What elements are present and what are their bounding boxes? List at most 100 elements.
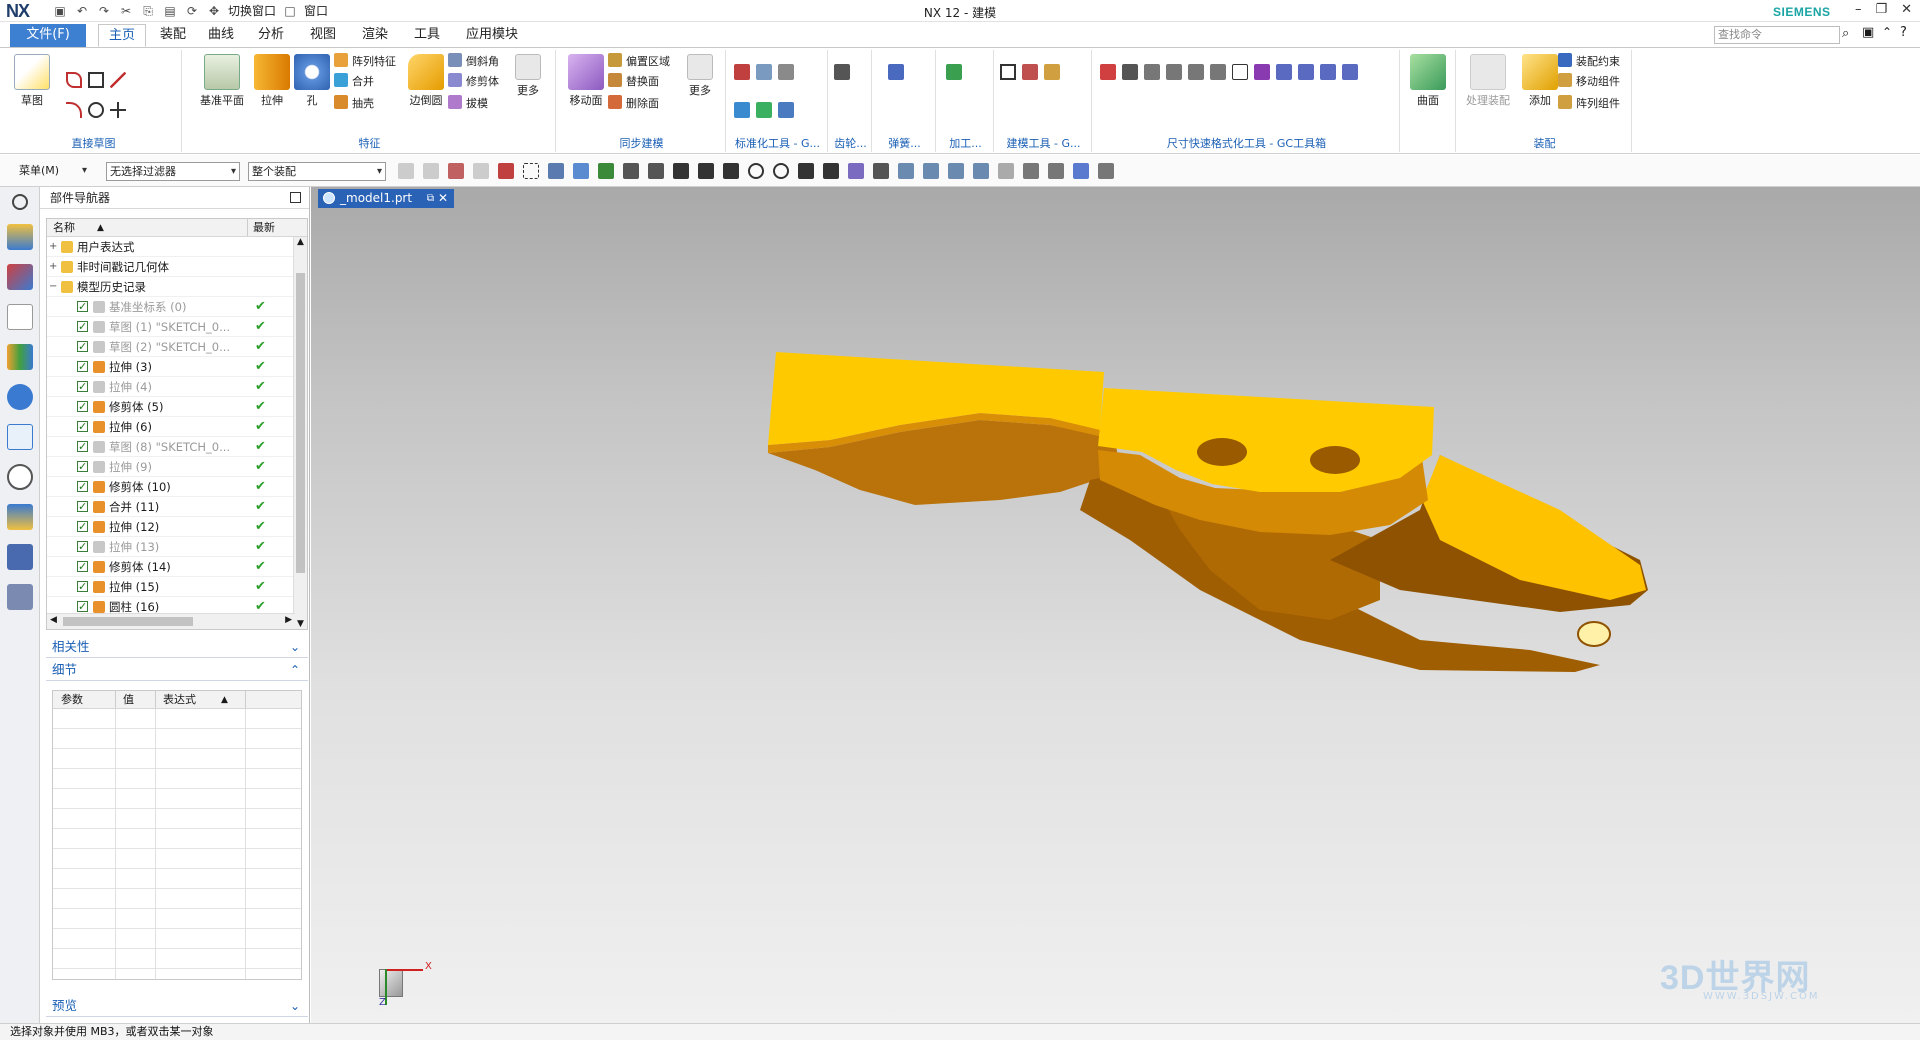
scroll-thumb[interactable] xyxy=(296,273,305,573)
machining-tool-icon[interactable] xyxy=(946,64,962,80)
visibility-checkbox[interactable] xyxy=(77,417,88,437)
system-scene-icon[interactable] xyxy=(6,504,33,530)
view-tool-4-icon[interactable] xyxy=(973,163,989,179)
assembly-constraint-button[interactable]: 装配约束 xyxy=(1558,52,1620,72)
history-icon[interactable] xyxy=(6,464,33,490)
point-icon[interactable] xyxy=(110,102,126,118)
arc-icon[interactable] xyxy=(66,102,82,118)
modeling-tool-2-icon[interactable] xyxy=(1022,64,1038,80)
ribbon-options-icon[interactable]: ▣ xyxy=(1862,25,1874,40)
tree-row[interactable]: ✔ 拉伸 (12) xyxy=(47,517,307,537)
settings-gear-icon[interactable] xyxy=(11,194,28,210)
tab-curve[interactable]: 曲线 xyxy=(198,24,244,47)
snap-tool-6-icon[interactable] xyxy=(823,163,839,179)
visibility-checkbox[interactable] xyxy=(77,517,88,537)
tab-assembly[interactable]: 装配 xyxy=(150,24,196,47)
tree-horizontal-scrollbar[interactable]: ◀ ▶ xyxy=(47,613,295,629)
process-assembly-button[interactable]: 处理装配 xyxy=(1460,52,1516,108)
triangle-icon[interactable] xyxy=(1000,64,1016,80)
select-tool-3-icon[interactable] xyxy=(448,163,464,179)
dim-tool-8-icon[interactable] xyxy=(1254,64,1270,80)
visibility-checkbox[interactable] xyxy=(77,497,88,517)
search-icon[interactable]: ⌕ xyxy=(1842,26,1849,41)
view-tool-2-icon[interactable] xyxy=(923,163,939,179)
circle-icon[interactable] xyxy=(88,102,104,118)
snap-tool-4-icon[interactable] xyxy=(773,163,789,179)
tree-row[interactable]: ✔ 拉伸 (6) xyxy=(47,417,307,437)
tree-row[interactable]: ✔ 基准坐标系 (0) xyxy=(47,297,307,317)
datum-plane-button[interactable]: 基准平面 xyxy=(196,52,248,108)
select-tool-9-icon[interactable] xyxy=(598,163,614,179)
view-tool-9-icon[interactable] xyxy=(1098,163,1114,179)
view-tool-6-icon[interactable] xyxy=(1023,163,1039,179)
tree-row[interactable]: ✔ 拉伸 (13) xyxy=(47,537,307,557)
view-tool-5-icon[interactable] xyxy=(998,163,1014,179)
selection-scope-dropdown[interactable]: 整个装配 xyxy=(248,162,386,181)
view-tool-3-icon[interactable] xyxy=(948,163,964,179)
select-tool-8-icon[interactable] xyxy=(573,163,589,179)
visibility-checkbox[interactable] xyxy=(77,437,88,457)
tab-render[interactable]: 渲染 xyxy=(352,24,398,47)
document-tab[interactable]: _model1.prt ⧉ ✕ xyxy=(318,189,454,208)
sketch-button[interactable]: 草图 xyxy=(8,52,56,108)
std-tool-3-icon[interactable] xyxy=(778,64,794,80)
preview-section-header[interactable]: 预览 ⌄ xyxy=(46,995,308,1017)
scroll-down-icon[interactable]: ▼ xyxy=(297,619,304,629)
visibility-checkbox[interactable] xyxy=(77,377,88,397)
assembly-navigator-icon[interactable] xyxy=(6,224,33,250)
tree-vertical-scrollbar[interactable]: ▲ ▼ xyxy=(293,237,307,629)
hole-button[interactable]: 孔 xyxy=(288,52,336,108)
trim-body-button[interactable]: 修剪体 xyxy=(448,72,499,92)
help-icon[interactable]: ? xyxy=(1900,25,1907,40)
details-section-header[interactable]: 细节 ⌃ xyxy=(46,659,308,681)
shell-button[interactable]: 抽壳 xyxy=(334,94,374,114)
column-name-header[interactable]: 名称 xyxy=(53,219,75,237)
tree-row[interactable]: ✔ 拉伸 (4) xyxy=(47,377,307,397)
rectangle-icon[interactable] xyxy=(88,72,104,88)
scroll-left-icon[interactable]: ◀ xyxy=(50,615,57,625)
select-tool-12-icon[interactable] xyxy=(673,163,689,179)
visibility-checkbox[interactable] xyxy=(77,317,88,337)
std-tool-1-icon[interactable] xyxy=(734,64,750,80)
tab-analysis[interactable]: 分析 xyxy=(248,24,294,47)
dim-tool-3-icon[interactable] xyxy=(1144,64,1160,80)
dim-tool-4-icon[interactable] xyxy=(1166,64,1182,80)
std-tool-5-icon[interactable] xyxy=(756,102,772,118)
sync-more-button[interactable]: 更多 xyxy=(676,52,724,98)
close-tab-icon[interactable]: ✕ xyxy=(438,189,448,208)
select-tool-5-icon[interactable] xyxy=(498,163,514,179)
visibility-checkbox[interactable] xyxy=(77,357,88,377)
details-col-param[interactable]: 参数 xyxy=(61,691,83,709)
tab-tools[interactable]: 工具 xyxy=(404,24,450,47)
profile-icon[interactable] xyxy=(66,72,82,88)
select-tool-6-icon[interactable] xyxy=(523,163,539,179)
command-search-input[interactable]: 查找命令 xyxy=(1714,26,1840,44)
snap-tool-8-icon[interactable] xyxy=(873,163,889,179)
std-tool-6-icon[interactable] xyxy=(778,102,794,118)
tree-row[interactable]: ✔ 草图 (8) "SKETCH_0... xyxy=(47,437,307,457)
tab-home[interactable]: 主页 xyxy=(98,24,147,47)
graphics-viewport[interactable]: X Z xyxy=(311,187,1920,1023)
tree-row[interactable]: ✔ 修剪体 (14) xyxy=(47,557,307,577)
minimize-icon[interactable]: – xyxy=(1855,2,1862,17)
snap-tool-7-icon[interactable] xyxy=(848,163,864,179)
tab-applications[interactable]: 应用模块 xyxy=(456,24,528,47)
tab-file[interactable]: 文件(F) xyxy=(10,24,86,47)
part-navigator-icon[interactable] xyxy=(6,304,33,330)
tree-row[interactable]: ✔ 拉伸 (9) xyxy=(47,457,307,477)
select-tool-7-icon[interactable] xyxy=(548,163,564,179)
feature-more-button[interactable]: 更多 xyxy=(504,52,552,98)
expand-icon[interactable]: + xyxy=(49,257,57,277)
select-tool-4-icon[interactable] xyxy=(473,163,489,179)
delete-face-button[interactable]: 删除面 xyxy=(608,94,659,114)
tree-row[interactable]: ✔ 草图 (1) "SKETCH_0... xyxy=(47,317,307,337)
view-tool-7-icon[interactable] xyxy=(1048,163,1064,179)
main-menu-button[interactable]: 菜单(M) xyxy=(16,162,90,181)
snap-tool-2-icon[interactable] xyxy=(723,163,739,179)
draft-button[interactable]: 拔模 xyxy=(448,94,488,114)
dim-tool-6-icon[interactable] xyxy=(1210,64,1226,80)
visibility-checkbox[interactable] xyxy=(77,297,88,317)
move-face-button[interactable]: 移动面 xyxy=(560,52,612,108)
visibility-checkbox[interactable] xyxy=(77,457,88,477)
hd3d-tools-icon[interactable] xyxy=(6,384,33,410)
